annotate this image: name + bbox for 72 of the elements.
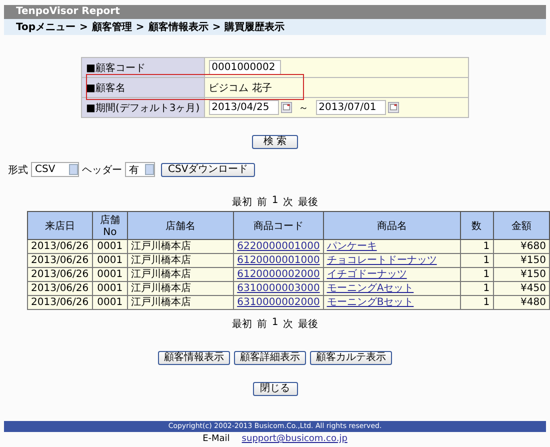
pager-link[interactable]: 次 xyxy=(283,317,294,331)
table-cell: 1 xyxy=(483,268,490,280)
breadcrumb-item[interactable]: Topメニュー xyxy=(16,20,76,34)
breadcrumb-item[interactable]: 顧客情報表示 xyxy=(148,20,208,34)
table-cell: ¥150 xyxy=(520,268,546,280)
action-button[interactable]: 顧客カルテ表示 xyxy=(310,351,392,365)
pager-link[interactable]: 1 xyxy=(272,195,278,209)
breadcrumb-separator: > xyxy=(80,22,88,32)
table-cell: 2013/06/26 xyxy=(31,240,89,252)
table-cell: 0001 xyxy=(97,268,123,280)
table-cell: ¥680 xyxy=(520,240,546,252)
table-cell: 1 xyxy=(483,282,490,294)
table-cell: 2013/06/26 xyxy=(31,296,89,308)
table-cell: ¥150 xyxy=(520,254,546,266)
format-dropdown[interactable]: CSV xyxy=(31,162,79,177)
table-cell: 0001 xyxy=(97,254,123,266)
email-link[interactable]: support@busicom.co.jp xyxy=(242,434,348,444)
breadcrumb-separator: > xyxy=(136,22,144,32)
search-button[interactable]: 検 索 xyxy=(252,135,298,149)
table-cell: 1 xyxy=(483,240,490,252)
pager-link[interactable]: 最後 xyxy=(298,195,318,209)
column-header: 数 xyxy=(460,212,494,240)
table-cell: 江戸川橋本店 xyxy=(131,254,192,266)
field-label: ■期間(デフォルト3ヶ月) xyxy=(82,98,204,118)
table-cell: 江戸川橋本店 xyxy=(131,296,192,308)
breadcrumb-separator: > xyxy=(212,22,221,32)
table-cell: ¥450 xyxy=(520,282,546,294)
field-label: ■顧客コード xyxy=(82,58,204,78)
customer-name: ビジコム 花子 xyxy=(208,82,272,94)
pager-link[interactable]: 1 xyxy=(272,317,278,331)
pager-link[interactable]: 最初 xyxy=(232,317,252,331)
column-header: 商品名 xyxy=(323,212,460,240)
calendar-icon[interactable] xyxy=(388,102,399,113)
table-cell: 1 xyxy=(483,296,490,308)
table-cell: 2013/06/26 xyxy=(31,268,89,280)
range-separator: ～ xyxy=(298,102,309,114)
column-header: 来店日 xyxy=(28,212,92,240)
pager-link[interactable]: 前 xyxy=(256,195,267,209)
table-cell: 江戸川橋本店 xyxy=(131,268,192,280)
header-label: ヘッダー xyxy=(82,164,122,176)
action-button[interactable]: 顧客情報表示 xyxy=(158,351,230,365)
table-cell: 1 xyxy=(483,254,490,266)
close-button[interactable]: 閉じる xyxy=(252,382,298,396)
breadcrumb-item[interactable]: 顧客管理 xyxy=(92,20,132,34)
table-cell: 0001 xyxy=(97,296,123,308)
column-header: 店舗名 xyxy=(128,212,234,240)
field-label: ■顧客名 xyxy=(82,78,204,98)
app-title: TenpoVisor Report xyxy=(16,6,120,17)
format-label: 形式 xyxy=(8,164,28,176)
pager-link[interactable]: 次 xyxy=(283,195,294,209)
pager-link[interactable]: 前 xyxy=(256,317,267,331)
table-cell: 江戸川橋本店 xyxy=(131,282,192,294)
customer-code-field[interactable]: 0001000002 xyxy=(208,60,281,75)
header-dropdown[interactable]: 有 xyxy=(125,162,155,177)
column-header: 商品コード xyxy=(234,212,324,240)
table-cell: 0001 xyxy=(97,240,123,252)
table-cell: 2013/06/26 xyxy=(31,282,89,294)
column-header: 店舗No xyxy=(92,212,128,240)
column-header: 金額 xyxy=(493,212,550,240)
calendar-icon[interactable] xyxy=(280,102,292,113)
table-cell: 江戸川橋本店 xyxy=(131,240,192,252)
email-label: E-Mail xyxy=(202,434,230,444)
table-cell: ¥480 xyxy=(520,296,546,308)
pager-link[interactable]: 最後 xyxy=(298,317,318,331)
action-button[interactable]: 顧客詳細表示 xyxy=(234,351,306,365)
csv-download-button[interactable]: CSVダウンロード xyxy=(161,162,256,176)
table-cell: 2013/06/26 xyxy=(31,254,89,266)
pager-link[interactable]: 最初 xyxy=(232,195,252,209)
date-field[interactable]: 2013/07/01 xyxy=(316,100,386,115)
date-field[interactable]: 2013/04/25 xyxy=(208,100,279,115)
table-cell: 0001 xyxy=(97,282,123,294)
breadcrumb-item: 購買履歴表示 xyxy=(224,20,285,34)
